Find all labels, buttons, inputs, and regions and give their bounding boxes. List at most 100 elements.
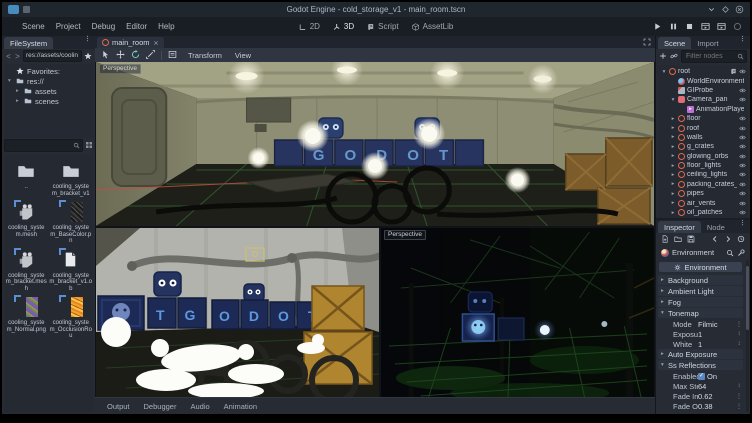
visibility-eye-icon[interactable] <box>739 171 746 178</box>
window-control-close[interactable] <box>735 5 744 14</box>
title-bar[interactable]: Godot Engine - cold_storage_v1 - main_ro… <box>2 2 750 18</box>
scene-node-walls[interactable]: ▸ walls <box>658 133 748 142</box>
value-control-icon[interactable] <box>736 393 742 400</box>
inspector-row-white[interactable]: White 1 <box>656 339 745 349</box>
nav-forward-icon[interactable]: > <box>14 52 21 61</box>
filter-nodes-box[interactable] <box>681 50 747 63</box>
workspace-button-2d[interactable]: 2D <box>299 22 320 31</box>
value-control-icon[interactable] <box>736 341 742 347</box>
scene-node-worldenvironment[interactable]: WorldEnvironment <box>658 76 748 85</box>
scene-node-roof[interactable]: ▸ roof <box>658 123 748 132</box>
inspector-row-ambient-light[interactable]: ▸ Ambient Light <box>658 286 743 296</box>
inspector-row-ss-reflections[interactable]: ▾ Ss Reflections <box>658 360 743 370</box>
viewport-main[interactable]: GODOT <box>96 62 654 226</box>
playback-play-scene[interactable] <box>701 22 710 31</box>
viewport-menu-transform[interactable]: Transform <box>186 51 224 60</box>
workspace-button-assetlib[interactable]: AssetLib <box>412 22 454 31</box>
file-tile-[interactable]: .. <box>4 159 49 197</box>
workspace-button-3d[interactable]: 3D <box>333 22 354 31</box>
script-icon[interactable] <box>730 68 737 75</box>
scene-node-root[interactable]: ▾ root <box>658 67 748 76</box>
file-tile-cooling-syste-m-mesh[interactable]: cooling_syste m.mesh <box>4 200 49 245</box>
fs-tree-item-assets[interactable]: ▸ assets <box>4 86 93 96</box>
add-node-icon[interactable] <box>659 48 667 66</box>
menu-project[interactable]: Project <box>56 22 81 31</box>
inspector-row-tonemap[interactable]: ▾ Tonemap <box>658 308 743 318</box>
inspector-row-max-steps[interactable]: Max Steps 64 <box>656 381 745 391</box>
favorite-toggle-icon[interactable] <box>84 47 92 65</box>
file-tile-cooling-syste-m-basecolor-pn[interactable]: cooling_syste m_BaseColor.pn <box>49 200 94 245</box>
window-control-minimize[interactable] <box>707 5 716 14</box>
value-control-icon[interactable] <box>736 403 742 410</box>
scene-node-oil-patches[interactable]: ▸ oil_patches <box>658 208 748 217</box>
scene-node-air-vents[interactable]: ▸ air_vents <box>658 198 748 207</box>
value-control-icon[interactable] <box>736 383 742 389</box>
file-tile-cooling-syste-m-bracket-mesh[interactable]: cooling_syste m_bracket.mesh <box>4 248 49 293</box>
inspector-tools-icon[interactable] <box>737 249 745 257</box>
value-control-icon[interactable] <box>736 321 742 328</box>
dock-menu-icon[interactable] <box>737 30 748 49</box>
scene-node-ceiling-lights[interactable]: ▸ ceiling_lights <box>658 170 748 179</box>
scene-node-g-crates[interactable]: ▸ g_crates <box>658 142 748 151</box>
visibility-eye-icon[interactable] <box>739 134 746 141</box>
bottom-tab-output[interactable]: Output <box>101 402 136 411</box>
window-control-maximize[interactable] <box>721 5 730 14</box>
file-tile-cooling-syste-m-normal-png[interactable]: cooling_syste m_Normal.png <box>4 295 49 340</box>
visibility-eye-icon[interactable] <box>739 162 746 169</box>
scene-node-glowing-orbs[interactable]: ▸ glowing_orbs <box>658 152 748 161</box>
current-path[interactable]: res://assets/coolin <box>23 50 82 62</box>
menu-scene[interactable]: Scene <box>22 22 45 31</box>
inspector-row-enabled[interactable]: Enabled On <box>656 371 745 381</box>
menu-debug[interactable]: Debug <box>92 22 116 31</box>
viewport-projection-label[interactable]: Perspective <box>384 230 426 240</box>
scene-node-pipes[interactable]: ▸ pipes <box>658 189 748 198</box>
instance-scene-icon[interactable] <box>670 48 678 66</box>
bottom-tab-animation[interactable]: Animation <box>218 402 263 411</box>
visibility-eye-icon[interactable] <box>739 190 746 197</box>
inspector-row-background[interactable]: ▸ Background <box>658 275 743 285</box>
nav-back-icon[interactable]: < <box>5 52 12 61</box>
tab-filesystem[interactable]: FileSystem <box>4 37 53 49</box>
file-tile-cooling-syste-m-bracket-v1[interactable]: cooling_syste m_bracket_v1 <box>49 159 94 197</box>
scene-node-camera-pan[interactable]: ▾ Camera_pan <box>658 95 748 104</box>
inspector-row-fade-out[interactable]: Fade Out 0.38 <box>656 401 745 411</box>
filesystem-search[interactable] <box>4 139 83 152</box>
viewport-main-render[interactable]: GODOT <box>96 62 654 226</box>
viewport-bottom-left[interactable]: TG ODOT <box>96 228 379 397</box>
tab-import[interactable]: Import <box>691 37 724 49</box>
fs-tree-item-res[interactable]: ▾ res:// <box>4 76 93 86</box>
inspector-row-auto-exposure[interactable]: ▸ Auto Exposure <box>658 349 743 359</box>
visibility-eye-icon[interactable] <box>739 181 746 188</box>
inspector-row-depth-toleranc[interactable]: Depth Toleranc 0.2 <box>656 411 745 412</box>
playback-play[interactable] <box>653 22 662 31</box>
search-properties-icon[interactable] <box>726 249 734 257</box>
viewport-bottom-left-render[interactable]: TG ODOT <box>96 228 379 397</box>
visibility-eye-icon[interactable] <box>739 87 746 94</box>
scene-node-animationplayer[interactable]: AnimationPlayer <box>658 105 748 114</box>
viewport-projection-label[interactable]: Perspective <box>99 64 141 74</box>
inspector-row-fade-in[interactable]: Fade In 0.62 <box>656 391 745 401</box>
filter-nodes-input[interactable] <box>684 52 737 61</box>
file-list-view-toggle-icon[interactable] <box>85 137 93 155</box>
visibility-eye-icon[interactable] <box>739 200 746 207</box>
visibility-eye-icon[interactable] <box>739 153 746 160</box>
menu-help[interactable]: Help <box>158 22 174 31</box>
viewport-bottom-right[interactable]: Perspective <box>381 228 654 397</box>
visibility-eye-icon[interactable] <box>739 96 746 103</box>
viewport-menu-view[interactable]: View <box>233 51 253 60</box>
inspector-row-fog[interactable]: ▸ Fog <box>658 297 743 307</box>
bottom-tab-audio[interactable]: Audio <box>184 402 215 411</box>
scene-node-packing-crates-and[interactable]: ▸ packing_crates_and_ <box>658 180 748 189</box>
playback-play-custom-scene[interactable] <box>717 22 726 31</box>
scene-node-floor-lights[interactable]: ▸ floor_lights <box>658 161 748 170</box>
scene-node-giprobe[interactable]: GIProbe <box>658 86 748 95</box>
bottom-tab-debugger[interactable]: Debugger <box>138 402 183 411</box>
inspector-scrollbar[interactable] <box>746 260 749 412</box>
inspector-row-mode[interactable]: Mode Filmic <box>656 319 745 329</box>
fs-tree-item-favorites[interactable]: Favorites: <box>4 66 93 76</box>
viewport-bottom-right-render[interactable] <box>381 228 654 397</box>
checkbox-checked-icon[interactable] <box>698 373 705 380</box>
value-control-icon[interactable] <box>736 331 742 337</box>
playback-stop[interactable] <box>685 22 694 31</box>
menu-editor[interactable]: Editor <box>126 22 147 31</box>
